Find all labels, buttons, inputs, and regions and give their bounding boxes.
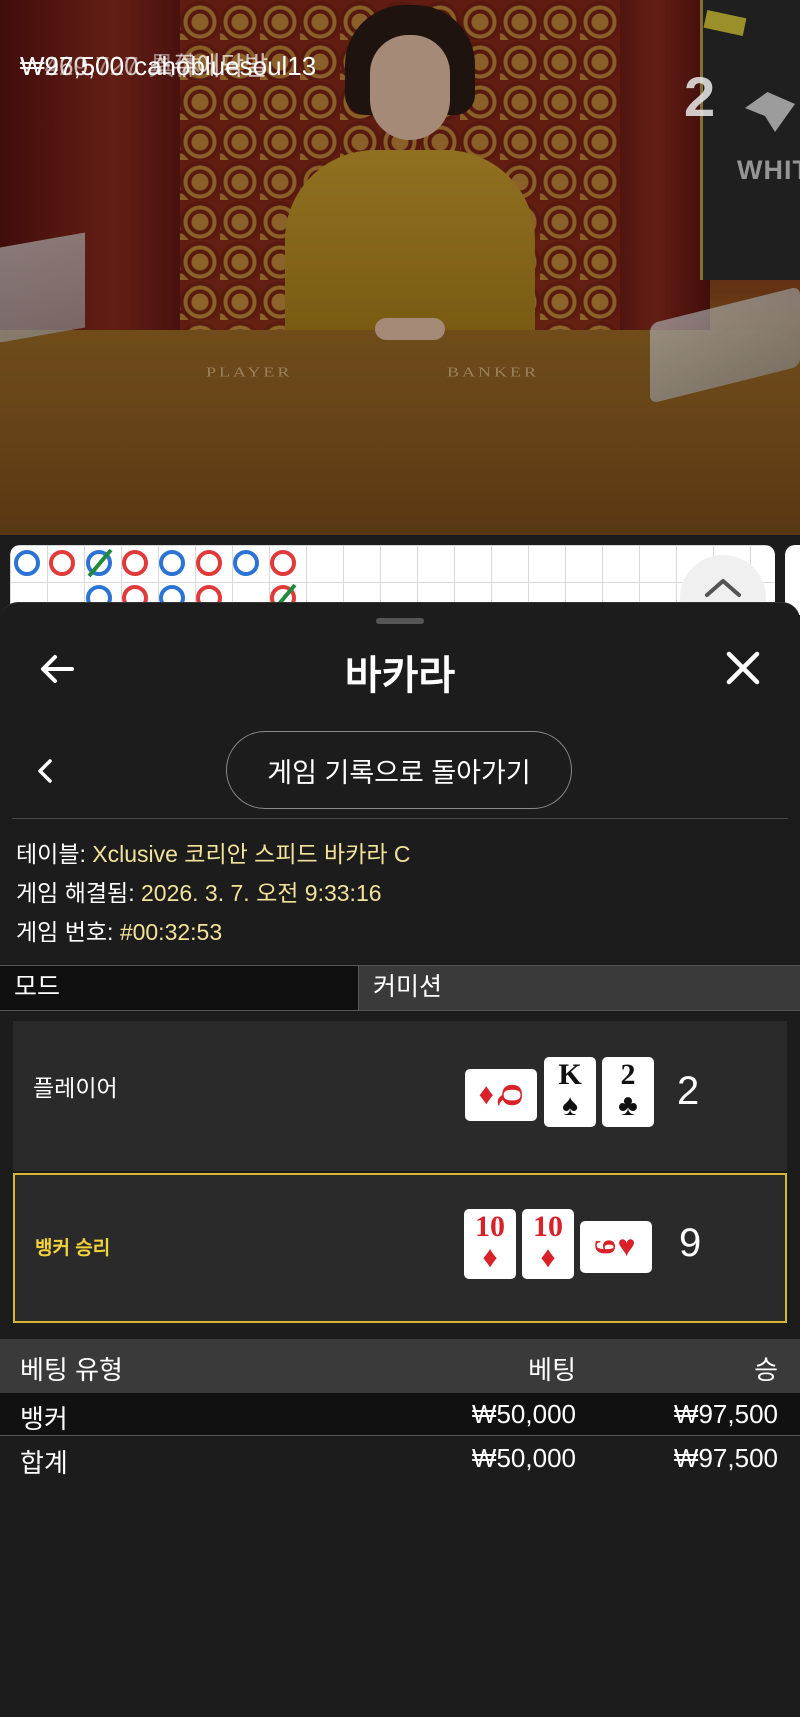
info-table: 테이블: Xclusive 코리안 스피드 바카라 C bbox=[16, 835, 411, 874]
road-red-circle bbox=[49, 550, 75, 576]
info-resolved: 게임 해결됨: 2026. 3. 7. 오전 9:33:16 bbox=[16, 874, 411, 913]
card-rank: Q bbox=[495, 1083, 529, 1107]
divider bbox=[12, 818, 788, 819]
total-row: 합계 ₩50,000 ₩97,500 bbox=[0, 1437, 800, 1479]
banker-win-label: 뱅커 승리 bbox=[35, 1238, 111, 1259]
bet-type-cell: 뱅커 bbox=[20, 1404, 68, 1434]
banker-hand: 뱅커 승리 10 ♦ 10 ♦ 9 ♥ 9 bbox=[13, 1173, 787, 1323]
game-detail-sheet: 바카라 게임 기록으로 돌아가기 테이블: Xclusive 코리안 스피드 바… bbox=[0, 602, 800, 1717]
card-rank: 9 bbox=[588, 1239, 622, 1255]
banker-score: 9 bbox=[679, 1221, 702, 1265]
bet-amount-cell: ₩50,000 bbox=[471, 1399, 576, 1429]
back-to-history-button[interactable]: 게임 기록으로 돌아가기 bbox=[226, 731, 572, 809]
player-label: 플레이어 bbox=[33, 1075, 118, 1101]
sheet-title: 바카라 bbox=[344, 654, 456, 698]
info-number-value: #00:32:53 bbox=[119, 919, 223, 945]
mode-value: 커미션 bbox=[359, 966, 800, 1010]
info-number-key: 게임 번호: bbox=[16, 919, 114, 945]
chevron-left-icon bbox=[38, 759, 52, 783]
info-table-value: Xclusive 코리안 스피드 바카라 C bbox=[92, 841, 411, 867]
close-button[interactable] bbox=[722, 647, 764, 689]
playing-card: ♦ Q bbox=[465, 1069, 537, 1121]
mode-label: 모드 bbox=[0, 966, 359, 1010]
card-rank: 2 bbox=[620, 1058, 636, 1091]
playing-card: 10 ♦ bbox=[522, 1209, 574, 1279]
sheet-drag-handle[interactable] bbox=[376, 618, 424, 624]
info-resolved-value: 2026. 3. 7. 오전 9:33:16 bbox=[140, 880, 382, 906]
road-red-circle bbox=[122, 550, 148, 576]
road-blue-circle bbox=[14, 550, 40, 576]
road-red-circle bbox=[270, 550, 296, 576]
total-bet: ₩50,000 bbox=[471, 1443, 576, 1473]
round-count: 2 bbox=[684, 65, 716, 128]
playing-card: 9 ♥ bbox=[580, 1221, 652, 1273]
info-number: 게임 번호: #00:32:53 bbox=[16, 913, 411, 952]
playing-card: 2 ♣ bbox=[602, 1057, 654, 1127]
playing-card: 10 ♦ bbox=[464, 1209, 516, 1279]
winner-amount: ₩97,500 bbox=[20, 51, 125, 81]
road-red-circle bbox=[196, 550, 222, 576]
winner-row: ₩97,500 cahobluesoul13 bbox=[20, 52, 800, 94]
card-rank: 10 bbox=[533, 1210, 563, 1243]
card-rank: K bbox=[558, 1058, 582, 1091]
winner-name: cahobluesoul13 bbox=[134, 51, 317, 81]
road-blue-circle bbox=[159, 550, 185, 576]
win-amount-cell: ₩97,500 bbox=[673, 1399, 778, 1429]
table-row: 뱅커 ₩50,000 ₩97,500 bbox=[0, 1393, 800, 1436]
game-info: 테이블: Xclusive 코리안 스피드 바카라 C 게임 해결됨: 2026… bbox=[16, 835, 411, 952]
card-suit: ♦ bbox=[478, 1078, 494, 1111]
card-rank: 10 bbox=[475, 1210, 505, 1243]
card-suit: ♦ bbox=[540, 1241, 556, 1274]
history-nav-row: 게임 기록으로 돌아가기 bbox=[0, 731, 800, 811]
player-score: 2 bbox=[677, 1069, 700, 1113]
card-suit: ♠ bbox=[562, 1089, 578, 1122]
mode-row: 모드 커미션 bbox=[0, 965, 800, 1011]
chevron-up-icon bbox=[705, 579, 741, 597]
info-table-key: 테이블: bbox=[16, 841, 86, 867]
bets-table-header: 베팅 유형 베팅 승 bbox=[0, 1339, 800, 1393]
close-icon bbox=[726, 651, 760, 685]
total-win: ₩97,500 bbox=[673, 1443, 778, 1473]
header-bet: 베팅 bbox=[528, 1355, 576, 1385]
road-blue-circle bbox=[233, 550, 259, 576]
playing-card: K ♠ bbox=[544, 1057, 596, 1127]
live-video: WHIT PLAYER BANKER ₩429,727 具体 ₩260,000 … bbox=[0, 0, 800, 535]
sheet-header: 바카라 bbox=[0, 633, 800, 703]
card-suit: ♣ bbox=[618, 1089, 638, 1122]
player-hand: 플레이어 ♦ Q K ♠ 2 ♣ 2 bbox=[13, 1021, 787, 1171]
header-win: 승 bbox=[754, 1355, 778, 1385]
header-bet-type: 베팅 유형 bbox=[20, 1355, 123, 1385]
card-suit: ♦ bbox=[482, 1241, 498, 1274]
previous-button[interactable] bbox=[30, 751, 60, 791]
total-label: 합계 bbox=[20, 1448, 68, 1478]
info-resolved-key: 게임 해결됨: bbox=[16, 880, 135, 906]
